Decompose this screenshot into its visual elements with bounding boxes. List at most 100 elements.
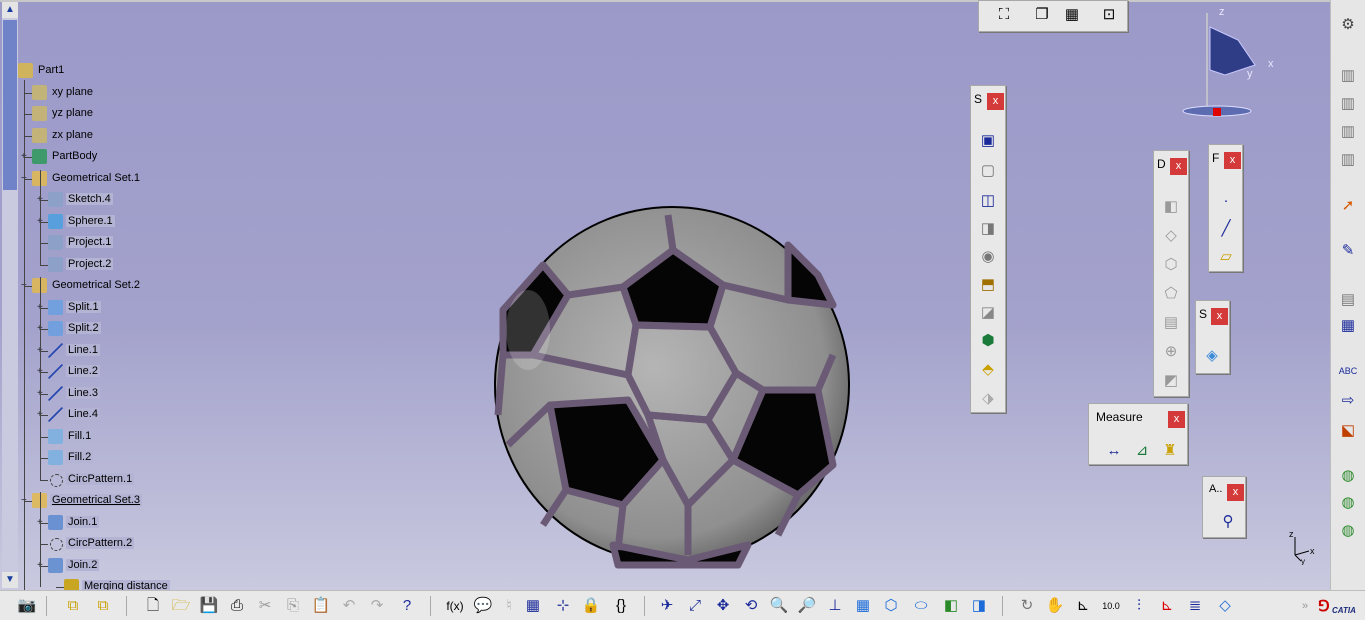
undo-icon[interactable]: ↶ [338, 595, 360, 617]
close-icon[interactable]: x [1168, 411, 1185, 428]
lock-icon[interactable]: 🔒 [580, 595, 602, 617]
shaft-icon[interactable]: ◫ [977, 190, 999, 212]
pan-icon[interactable]: ✥ [712, 595, 734, 617]
remove-face-icon[interactable]: ◩ [1160, 370, 1182, 392]
select-arrow-icon[interactable]: ➚ [1337, 195, 1359, 217]
3d-viewport[interactable]: ▲ ▼ Part1 xy plane yz plane zx plane PartBod… [0, 0, 1330, 590]
expand-chevron-icon[interactable]: » [1294, 595, 1316, 617]
iso-view-icon[interactable]: ⬡ [880, 595, 902, 617]
close-icon[interactable]: x [1170, 158, 1187, 175]
open-assembly-icon[interactable]: ⧉ [92, 595, 114, 617]
dimension-icon[interactable]: ⊾ [1156, 595, 1178, 617]
hand-icon[interactable]: ✋ [1044, 595, 1066, 617]
table-icon[interactable]: ▦ [522, 595, 544, 617]
grid-icon[interactable]: ▦ [1061, 4, 1083, 26]
diamond-icon[interactable]: ◇ [1214, 595, 1236, 617]
zoom-in-icon[interactable]: 🔍 [768, 595, 790, 617]
tool-1-icon[interactable]: ▤ [1337, 289, 1359, 311]
flag-icon[interactable]: ⇨ [1337, 390, 1359, 412]
list-icon[interactable]: ≣ [1184, 595, 1206, 617]
compass-widget[interactable]: z y x [1180, 5, 1280, 125]
fit-all-in-icon[interactable]: ⤢ [684, 595, 706, 617]
new-icon[interactable]: 🗋 [142, 595, 164, 617]
tree-connector [40, 458, 48, 459]
annotation-icon[interactable]: ⬕ [1337, 420, 1359, 442]
fit-all-icon[interactable]: ⛶ [993, 4, 1015, 26]
fly-mode-icon[interactable]: ✈ [656, 595, 678, 617]
extrude-surface-icon[interactable]: ◈ [1201, 345, 1223, 367]
gear-icon[interactable]: ⚙ [1337, 14, 1359, 36]
tool-2-icon[interactable]: ▦ [1337, 315, 1359, 337]
comment-icon[interactable]: 💬 [472, 595, 494, 617]
fillet-icon[interactable]: ◧ [1160, 196, 1182, 218]
normal-view-icon[interactable]: ⊥ [824, 595, 846, 617]
hole-icon[interactable]: ◉ [977, 246, 999, 268]
swap-visible-icon[interactable]: ◨ [968, 595, 990, 617]
sketcher-icon[interactable]: ✎ [1337, 240, 1359, 262]
groove-icon[interactable]: ◨ [977, 218, 999, 240]
bracket-icon[interactable]: {} [610, 595, 632, 617]
multi-sections-icon[interactable]: ⬘ [977, 359, 999, 381]
rotate-icon[interactable]: ⟲ [740, 595, 762, 617]
measure-between-icon[interactable]: ↔ [1103, 440, 1125, 462]
units-icon[interactable]: 10.0 [1100, 595, 1122, 617]
point-icon[interactable]: · [1215, 190, 1237, 212]
tree-scrollbar[interactable]: ▲ ▼ [2, 2, 18, 588]
zoom-out-icon[interactable]: 🔎 [796, 595, 818, 617]
workbench-4-icon[interactable]: ▥ [1337, 149, 1359, 171]
cut-icon[interactable]: ✂ [254, 595, 276, 617]
thickness-icon[interactable]: ▤ [1160, 312, 1182, 334]
spell-check-icon[interactable]: ABC [1337, 360, 1359, 382]
redo-icon[interactable]: ↷ [366, 595, 388, 617]
copy-icon[interactable]: ⎘ [282, 595, 304, 617]
pocket-icon[interactable]: ▢ [977, 160, 999, 182]
thread-icon[interactable]: ⊕ [1160, 341, 1182, 363]
publish-2-icon[interactable]: ◍ [1337, 492, 1359, 514]
line-icon[interactable]: ╱ [1215, 218, 1237, 240]
close-icon[interactable]: x [987, 93, 1004, 110]
shell-icon[interactable]: ⬠ [1160, 283, 1182, 305]
scroll-up-arrow-icon[interactable]: ▲ [2, 2, 18, 18]
draft-icon[interactable]: ⬡ [1160, 254, 1182, 276]
analysis-tool-icon[interactable]: ⚲ [1217, 511, 1239, 533]
shading-icon[interactable]: ⬭ [910, 595, 932, 617]
plane-icon[interactable]: ▱ [1215, 246, 1237, 268]
knowledge-icon[interactable]: ♮ [498, 595, 520, 617]
open-product-icon[interactable]: ⧉ [62, 595, 84, 617]
rib-icon[interactable]: ⬒ [977, 274, 999, 296]
constraint-icon[interactable]: ⫶ [1128, 595, 1150, 617]
publish-1-icon[interactable]: ◍ [1337, 465, 1359, 487]
save-icon[interactable]: 💾 [198, 595, 220, 617]
open-icon[interactable]: 🗁 [170, 595, 192, 617]
view-mode-icon[interactable]: ⊡ [1098, 4, 1120, 26]
circpattern-icon [50, 538, 63, 551]
scroll-down-arrow-icon[interactable]: ▼ [2, 572, 18, 588]
formula-icon[interactable]: f(x) [444, 595, 466, 617]
scroll-thumb[interactable] [3, 20, 17, 190]
measure-item-icon[interactable]: ⊿ [1131, 440, 1153, 462]
pad-icon[interactable]: ▣ [977, 130, 999, 152]
slot-icon[interactable]: ◪ [977, 302, 999, 324]
workbench-3-icon[interactable]: ▥ [1337, 121, 1359, 143]
hide-show-icon[interactable]: ◧ [940, 595, 962, 617]
tree-view-icon[interactable]: ⊹ [552, 595, 574, 617]
axis-system-icon[interactable]: ⊾ [1072, 595, 1094, 617]
workbench-1-icon[interactable]: ▥ [1337, 65, 1359, 87]
paste-icon[interactable]: 📋 [310, 595, 332, 617]
measure-inertia-icon[interactable]: ♜ [1159, 440, 1181, 462]
help-icon[interactable]: ? [396, 595, 418, 617]
print-icon[interactable]: ⎙ [226, 595, 248, 617]
multi-view-icon[interactable]: ❐ [1031, 4, 1053, 26]
camera-icon[interactable]: 📷 [16, 595, 38, 617]
remove-icon[interactable]: ⬗ [977, 388, 999, 410]
workbench-2-icon[interactable]: ▥ [1337, 93, 1359, 115]
solid-combine-icon[interactable]: ⬢ [977, 330, 999, 352]
close-icon[interactable]: x [1224, 152, 1241, 169]
soccer-ball-model[interactable] [488, 205, 858, 570]
update-icon[interactable]: ↻ [1016, 595, 1038, 617]
close-icon[interactable]: x [1227, 484, 1244, 501]
chamfer-icon[interactable]: ◇ [1160, 225, 1182, 247]
publish-3-icon[interactable]: ◍ [1337, 520, 1359, 542]
quick-view-icon[interactable]: ▦ [852, 595, 874, 617]
close-icon[interactable]: x [1211, 308, 1228, 325]
